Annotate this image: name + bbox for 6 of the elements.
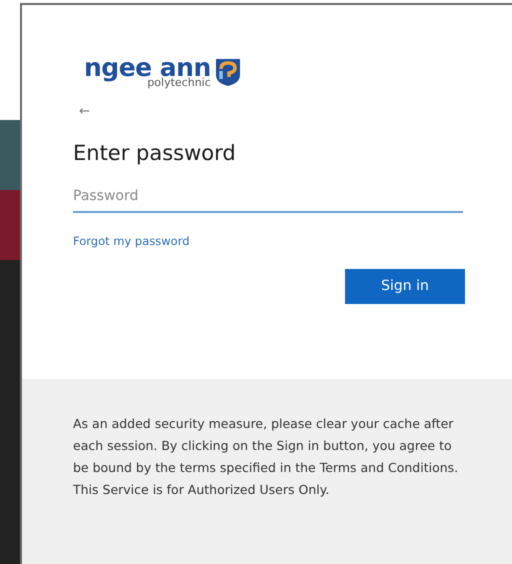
shield-icon	[214, 56, 241, 86]
back-arrow[interactable]: ←	[79, 102, 90, 122]
heading: Enter password	[73, 140, 237, 167]
security-notice: As an added security measure, please clear your cache after each session. By clicking on the Sign in button, you agree to be bound by the terms specified in the Terms and Conditions. This Service is for Authorized Users Only.	[73, 415, 460, 499]
sign-in-button[interactable]: Sign in	[345, 268, 465, 304]
forgot-password-link[interactable]: Forgot my password	[73, 232, 190, 250]
